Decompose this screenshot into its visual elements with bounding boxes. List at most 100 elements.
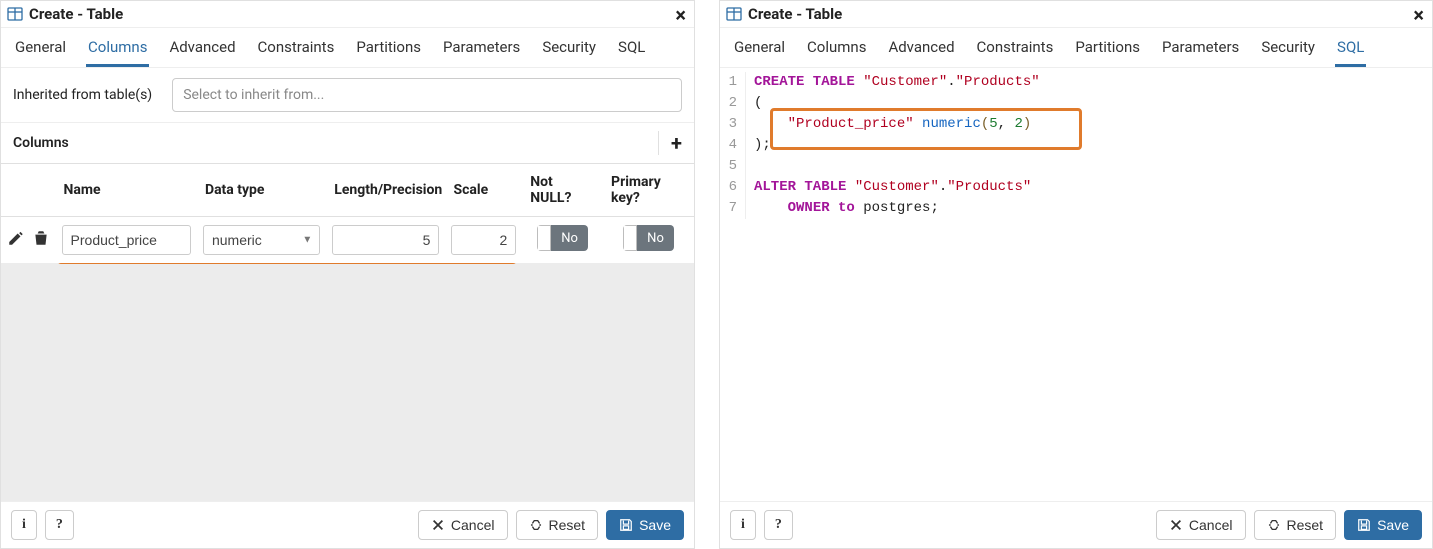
code-line: 3 "Product_price" numeric(5, 2) <box>720 114 1432 135</box>
code-text: CREATE TABLE "Customer"."Products" <box>754 72 1040 93</box>
info-button[interactable]: i <box>730 510 756 540</box>
tab-advanced[interactable]: Advanced <box>886 34 956 67</box>
recycle-icon <box>529 518 543 532</box>
column-scale-input[interactable] <box>451 225 516 255</box>
tab-constraints[interactable]: Constraints <box>975 34 1056 67</box>
line-number: 5 <box>720 156 746 177</box>
dialog-create-table-columns: Create - Table × General Columns Advance… <box>0 0 695 549</box>
code-line: 5 <box>720 156 1432 177</box>
help-button[interactable]: ? <box>764 510 793 540</box>
inherit-select[interactable]: Select to inherit from... <box>172 78 682 112</box>
column-name-input[interactable] <box>62 225 191 255</box>
tab-advanced[interactable]: Advanced <box>167 34 237 67</box>
col-name-header: Name <box>56 164 197 217</box>
empty-area <box>1 263 694 501</box>
edit-row-icon[interactable] <box>7 229 25 247</box>
help-button[interactable]: ? <box>45 510 74 540</box>
col-datatype-header: Data type <box>197 164 326 217</box>
tab-sql[interactable]: SQL <box>1335 34 1366 67</box>
col-length-header: Length/Precision <box>326 164 445 217</box>
toggle-label: No <box>551 225 588 251</box>
delete-row-icon[interactable] <box>32 229 50 247</box>
save-icon <box>1357 518 1371 532</box>
dialog-footer: i ? Cancel Reset Save <box>720 501 1432 548</box>
save-label: Save <box>1377 517 1409 533</box>
info-button[interactable]: i <box>11 510 37 540</box>
line-number: 4 <box>720 135 746 156</box>
columns-header: Columns + <box>1 123 694 164</box>
window-title: Create - Table <box>748 5 842 23</box>
columns-table-wrap: Name Data type Length/Precision Scale No… <box>1 164 694 263</box>
tab-constraints[interactable]: Constraints <box>256 34 337 67</box>
inherit-row: Inherited from table(s) Select to inheri… <box>1 68 694 123</box>
add-column-button[interactable]: + <box>658 131 694 155</box>
save-label: Save <box>639 517 671 533</box>
table-row: ▼ No No <box>1 217 694 264</box>
tab-columns[interactable]: Columns <box>86 34 149 67</box>
column-pkey-toggle[interactable]: No <box>623 225 674 251</box>
code-line: 6 ALTER TABLE "Customer"."Products" <box>720 177 1432 198</box>
sql-body: 1CREATE TABLE "Customer"."Products"2(3 "… <box>720 68 1432 501</box>
line-number: 7 <box>720 198 746 219</box>
tab-partitions[interactable]: Partitions <box>354 34 423 67</box>
column-datatype-select[interactable] <box>203 225 320 255</box>
save-button[interactable]: Save <box>1344 510 1422 540</box>
close-icon[interactable]: × <box>1413 5 1424 25</box>
tab-general[interactable]: General <box>13 34 68 67</box>
close-icon <box>431 518 445 532</box>
table-icon <box>7 6 23 22</box>
col-notnull-header: Not NULL? <box>522 164 603 217</box>
tab-parameters[interactable]: Parameters <box>1160 34 1241 67</box>
window-title: Create - Table <box>29 5 123 23</box>
cancel-label: Cancel <box>451 517 495 533</box>
dialog-footer: i ? Cancel Reset Save <box>1 501 694 548</box>
tab-general[interactable]: General <box>732 34 787 67</box>
code-text: "Product_price" numeric(5, 2) <box>754 114 1031 135</box>
column-length-input[interactable] <box>332 225 439 255</box>
code-line: 1CREATE TABLE "Customer"."Products" <box>720 72 1432 93</box>
columns-table: Name Data type Length/Precision Scale No… <box>1 164 694 263</box>
save-icon <box>619 518 633 532</box>
reset-button[interactable]: Reset <box>516 510 599 540</box>
reset-button[interactable]: Reset <box>1254 510 1337 540</box>
tab-partitions[interactable]: Partitions <box>1073 34 1142 67</box>
line-number: 3 <box>720 114 746 135</box>
columns-header-row: Name Data type Length/Precision Scale No… <box>1 164 694 217</box>
col-pkey-header: Primary key? <box>603 164 694 217</box>
cancel-label: Cancel <box>1189 517 1233 533</box>
line-number: 2 <box>720 93 746 114</box>
reset-label: Reset <box>1287 517 1324 533</box>
save-button[interactable]: Save <box>606 510 684 540</box>
inherit-label: Inherited from table(s) <box>13 87 152 103</box>
tabs: General Columns Advanced Constraints Par… <box>1 28 694 68</box>
cancel-button[interactable]: Cancel <box>1156 510 1246 540</box>
table-icon <box>726 6 742 22</box>
column-notnull-toggle[interactable]: No <box>537 225 588 251</box>
code-line: 4); <box>720 135 1432 156</box>
tab-columns[interactable]: Columns <box>805 34 868 67</box>
tabs: General Columns Advanced Constraints Par… <box>720 28 1432 68</box>
line-number: 6 <box>720 177 746 198</box>
code-text: ( <box>754 93 762 114</box>
highlight-box <box>57 263 517 264</box>
sql-code[interactable]: 1CREATE TABLE "Customer"."Products"2(3 "… <box>720 68 1432 223</box>
code-text: ); <box>754 135 771 156</box>
close-icon <box>1169 518 1183 532</box>
tab-sql[interactable]: SQL <box>616 34 647 67</box>
code-line: 2( <box>720 93 1432 114</box>
titlebar: Create - Table × <box>1 1 694 28</box>
tab-security[interactable]: Security <box>540 34 598 67</box>
code-text: ALTER TABLE "Customer"."Products" <box>754 177 1031 198</box>
code-text: OWNER to postgres; <box>754 198 939 219</box>
toggle-label: No <box>637 225 674 251</box>
columns-section-label: Columns <box>13 135 69 151</box>
titlebar: Create - Table × <box>720 1 1432 28</box>
tab-security[interactable]: Security <box>1259 34 1317 67</box>
close-icon[interactable]: × <box>675 5 686 25</box>
reset-label: Reset <box>549 517 586 533</box>
dialog-create-table-sql: Create - Table × General Columns Advance… <box>719 0 1433 549</box>
col-scale-header: Scale <box>445 164 522 217</box>
code-line: 7 OWNER to postgres; <box>720 198 1432 219</box>
cancel-button[interactable]: Cancel <box>418 510 508 540</box>
tab-parameters[interactable]: Parameters <box>441 34 522 67</box>
